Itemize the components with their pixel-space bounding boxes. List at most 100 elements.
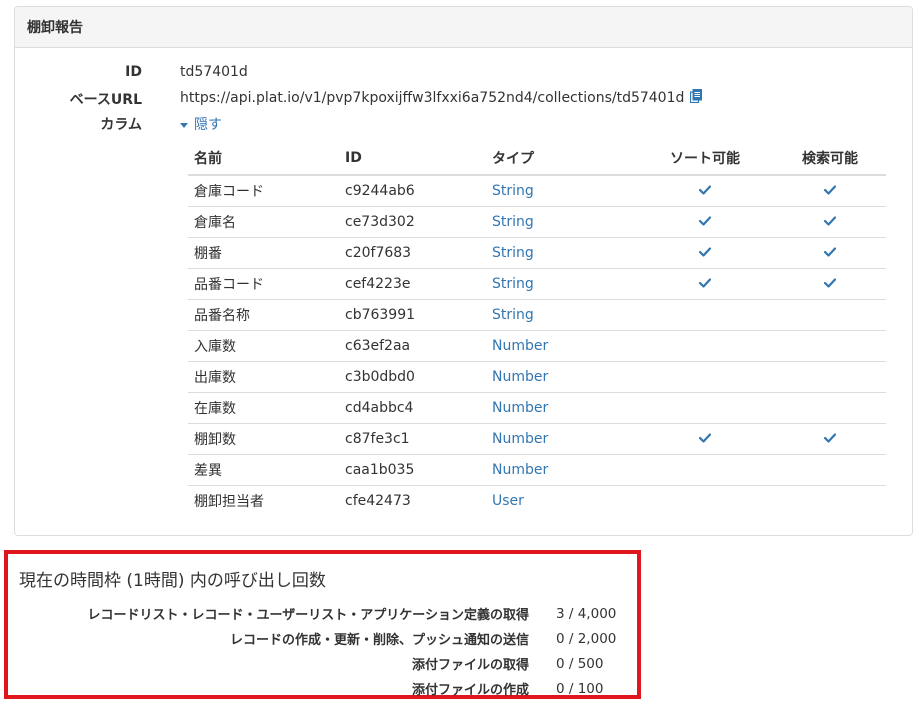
table-row: 棚卸担当者 cfe42473 User bbox=[188, 484, 886, 516]
hide-columns-label: 隠す bbox=[194, 117, 222, 133]
cell-id: c87fe3c1 bbox=[339, 422, 486, 454]
table-row: 入庫数 c63ef2aa Number bbox=[188, 329, 886, 361]
cell-name: 倉庫コード bbox=[194, 183, 264, 200]
cell-searchable bbox=[774, 360, 886, 392]
panel-title: 棚卸報告 bbox=[15, 7, 912, 48]
usage-label: 添付ファイルの作成 bbox=[411, 683, 529, 698]
table-row: 差異 caa1b035 Number bbox=[188, 453, 886, 485]
usage-row: 添付ファイルの取得 0 / 500 bbox=[19, 651, 627, 676]
cell-id: c20f7683 bbox=[339, 236, 486, 268]
usage-value: 0 / 100 bbox=[556, 680, 604, 697]
base-url-value: https://api.plat.io/v1/pvp7kpoxijffw3lfx… bbox=[180, 90, 685, 106]
cell-name: 入庫数 bbox=[188, 329, 339, 361]
cell-name: 棚番 bbox=[188, 236, 339, 268]
cell-sortable bbox=[636, 267, 774, 299]
cell-name: 差異 bbox=[188, 453, 339, 485]
table-row: 品番名称 cb763991 String bbox=[188, 298, 886, 330]
id-label: ID bbox=[125, 64, 142, 80]
cell-sortable bbox=[636, 298, 774, 330]
usage-label: レコードリスト・レコード・ユーザーリスト・アプリケーション定義の取得 bbox=[87, 608, 529, 623]
check-icon bbox=[823, 183, 837, 199]
header-id: ID bbox=[339, 142, 486, 176]
cell-id: cfe42473 bbox=[339, 484, 486, 516]
header-searchable: 検索可能 bbox=[774, 142, 886, 176]
cell-name: 棚卸数 bbox=[188, 422, 339, 454]
check-icon bbox=[823, 276, 837, 292]
table-row: 在庫数 cd4abbc4 Number bbox=[188, 391, 886, 423]
caret-down-icon bbox=[180, 122, 188, 128]
hide-columns-link[interactable]: 隠す bbox=[180, 114, 222, 134]
cell-type: Number bbox=[486, 329, 636, 361]
cell-name: 品番名称 bbox=[188, 298, 339, 330]
cell-sortable bbox=[636, 236, 774, 268]
cell-id: cef4223e bbox=[339, 267, 486, 299]
usage-value: 0 / 500 bbox=[556, 655, 604, 672]
api-usage-box: 現在の時間枠 (1時間) 内の呼び出し回数 レコードリスト・レコード・ユーザーリ… bbox=[4, 550, 641, 699]
table-row: 品番コード cef4223e String bbox=[188, 267, 886, 299]
cell-sortable bbox=[636, 484, 774, 516]
table-row: 棚番 c20f7683 String bbox=[188, 236, 886, 268]
cell-sortable bbox=[636, 175, 774, 206]
cell-name: 在庫数 bbox=[188, 391, 339, 423]
cell-name: 品番コード bbox=[188, 267, 339, 299]
cell-id: c63ef2aa bbox=[339, 329, 486, 361]
cell-type: String bbox=[486, 236, 636, 268]
cell-id: ce73d302 bbox=[339, 205, 486, 237]
table-row: 倉庫名 ce73d302 String bbox=[188, 205, 886, 237]
cell-type: Number bbox=[486, 391, 636, 423]
cell-type: String bbox=[492, 182, 534, 199]
cell-sortable bbox=[636, 360, 774, 392]
cell-searchable bbox=[774, 453, 886, 485]
cell-sortable bbox=[636, 391, 774, 423]
cell-name: 倉庫名 bbox=[188, 205, 339, 237]
cell-searchable bbox=[774, 422, 886, 454]
check-icon bbox=[698, 431, 712, 447]
cell-name: 棚卸担当者 bbox=[188, 484, 339, 516]
copy-icon[interactable] bbox=[690, 89, 703, 107]
usage-label: レコードの作成・更新・削除、プッシュ通知の送信 bbox=[229, 633, 529, 648]
check-icon bbox=[698, 214, 712, 230]
cell-sortable bbox=[636, 453, 774, 485]
table-row: 棚卸数 c87fe3c1 Number bbox=[188, 422, 886, 454]
cell-searchable bbox=[774, 205, 886, 237]
usage-value: 3 / 4,000 bbox=[556, 605, 617, 622]
usage-label: 添付ファイルの取得 bbox=[411, 658, 529, 673]
cell-searchable bbox=[774, 236, 886, 268]
check-icon bbox=[698, 276, 712, 292]
columns-label: カラム bbox=[100, 117, 142, 133]
cell-type: Number bbox=[486, 360, 636, 392]
cell-searchable bbox=[774, 329, 886, 361]
header-sortable: ソート可能 bbox=[636, 142, 774, 176]
cell-id: cd4abbc4 bbox=[339, 391, 486, 423]
check-icon bbox=[698, 245, 712, 261]
cell-name: 出庫数 bbox=[188, 360, 339, 392]
table-header-row: 名前 ID タイプ ソート可能 検索可能 bbox=[188, 142, 886, 176]
table-row: 出庫数 c3b0dbd0 Number bbox=[188, 360, 886, 392]
base-url-row: https://api.plat.io/v1/pvp7kpoxijffw3lfx… bbox=[180, 89, 703, 107]
header-type: タイプ bbox=[486, 142, 636, 176]
cell-type: String bbox=[486, 267, 636, 299]
id-value: td57401d bbox=[180, 64, 248, 80]
cell-type: Number bbox=[486, 422, 636, 454]
usage-row: 添付ファイルの作成 0 / 100 bbox=[19, 676, 627, 701]
cell-sortable bbox=[636, 329, 774, 361]
cell-searchable bbox=[774, 484, 886, 516]
check-icon bbox=[698, 183, 712, 199]
base-url-label: ベースURL bbox=[69, 92, 142, 108]
cell-sortable bbox=[636, 205, 774, 237]
cell-id: c9244ab6 bbox=[345, 182, 415, 199]
usage-title: 現在の時間枠 (1時間) 内の呼び出し回数 bbox=[19, 571, 326, 591]
collection-panel: 棚卸報告 ID td57401d ベースURL https://api.plat… bbox=[14, 6, 913, 536]
usage-row: レコードリスト・レコード・ユーザーリスト・アプリケーション定義の取得 3 / 4… bbox=[19, 601, 627, 626]
check-icon bbox=[823, 245, 837, 261]
table-row: 倉庫コード c9244ab6 String bbox=[188, 175, 886, 206]
cell-searchable bbox=[774, 391, 886, 423]
columns-table: 名前 ID タイプ ソート可能 検索可能 倉庫コード c9244ab6 Stri… bbox=[188, 142, 886, 516]
check-icon bbox=[823, 431, 837, 447]
usage-value: 0 / 2,000 bbox=[556, 630, 617, 647]
cell-id: cb763991 bbox=[339, 298, 486, 330]
usage-row: レコードの作成・更新・削除、プッシュ通知の送信 0 / 2,000 bbox=[19, 626, 627, 651]
cell-id: caa1b035 bbox=[339, 453, 486, 485]
cell-type: String bbox=[486, 298, 636, 330]
header-name: 名前 bbox=[188, 142, 339, 176]
